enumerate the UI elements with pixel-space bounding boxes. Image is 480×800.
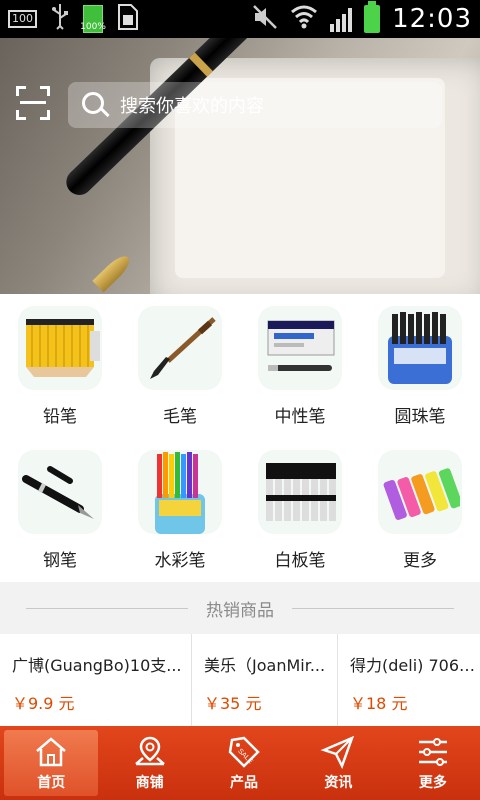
product-price: ￥18 元 <box>350 694 408 713</box>
nav-products[interactable]: SALE 产品 <box>197 726 291 800</box>
highlighter-icon <box>378 450 462 534</box>
product-price: ￥9.9 元 <box>12 694 75 713</box>
nav-label: 更多 <box>418 775 447 791</box>
category-label: 水彩笔 <box>154 551 206 571</box>
nav-label: 首页 <box>37 775 66 791</box>
category-label: 中性笔 <box>274 407 326 427</box>
category-whiteboard-marker[interactable]: 白板笔 <box>240 438 360 582</box>
product-name: 广博(GuangBo)10支... <box>12 656 182 675</box>
search-input[interactable]: 搜索你喜欢的内容 <box>68 82 442 128</box>
nav-news[interactable]: 资讯 <box>291 726 385 800</box>
brush-icon <box>138 306 222 390</box>
pencil-icon <box>18 306 102 390</box>
watercolor-pen-icon <box>138 450 222 534</box>
category-more[interactable]: 更多 <box>360 438 480 582</box>
home-icon <box>36 737 67 767</box>
category-label: 白板笔 <box>274 551 326 571</box>
nav-label: 资讯 <box>324 775 353 791</box>
product-name: 得力(deli) 7068... <box>350 656 480 675</box>
wifi-icon <box>290 4 318 34</box>
category-grid: 铅笔 毛笔 中性笔 圆珠笔 钢笔 水彩笔 白板笔 更多 <box>0 294 480 582</box>
category-fountain-pen[interactable]: 钢笔 <box>0 438 120 582</box>
status-bar: 100 100% 12:03 <box>0 0 480 38</box>
signal-icon <box>330 6 353 32</box>
category-label: 毛笔 <box>163 407 197 427</box>
hot-products-list: 广博(GuangBo)10支... ￥9.9 元 美乐（JoanMir... ￥… <box>0 634 480 728</box>
clock: 12:03 <box>392 4 472 34</box>
paper-plane-icon <box>320 735 355 770</box>
search-placeholder: 搜索你喜欢的内容 <box>120 96 264 117</box>
svg-text:SALE: SALE <box>236 748 254 766</box>
product-card[interactable]: 得力(deli) 7068... ￥18 元 <box>338 634 480 728</box>
product-price: ￥35 元 <box>204 694 262 713</box>
nav-label: 商铺 <box>135 775 164 791</box>
nav-shop[interactable]: 商铺 <box>102 726 196 800</box>
category-gel-pen[interactable]: 中性笔 <box>240 294 360 438</box>
category-label: 圆珠笔 <box>394 407 446 427</box>
ballpoint-pen-icon <box>378 306 462 390</box>
category-watercolor-pen[interactable]: 水彩笔 <box>120 438 240 582</box>
divider <box>292 607 454 609</box>
category-label: 钢笔 <box>43 551 77 571</box>
pen-nib-image <box>92 251 134 293</box>
whiteboard-marker-icon <box>258 450 342 534</box>
sim-card-icon <box>117 3 139 35</box>
shop-map-icon <box>134 736 165 766</box>
scan-qr-button[interactable] <box>16 86 50 120</box>
product-card[interactable]: 美乐（JoanMir... ￥35 元 <box>192 634 338 728</box>
gel-pen-icon <box>258 306 342 390</box>
divider <box>26 607 188 609</box>
category-ballpoint-pen[interactable]: 圆珠笔 <box>360 294 480 438</box>
hot-products-header: 热销商品 <box>0 582 480 634</box>
category-label: 铅笔 <box>43 407 77 427</box>
battery-small-label: 100% <box>80 22 106 32</box>
bottom-nav: 首页 商铺 SALE 产品 资讯 更多 <box>0 726 480 800</box>
mute-icon <box>252 4 278 34</box>
storage-indicator: 100 <box>8 10 37 28</box>
nav-home[interactable]: 首页 <box>4 730 99 796</box>
product-name: 美乐（JoanMir... <box>204 656 326 675</box>
fountain-pen-icon <box>18 450 102 534</box>
product-card[interactable]: 广博(GuangBo)10支... ￥9.9 元 <box>0 634 192 728</box>
nav-label: 产品 <box>230 775 259 791</box>
hot-products-title: 热销商品 <box>206 600 274 621</box>
sale-tag-icon: SALE <box>228 736 260 768</box>
search-icon <box>82 92 110 118</box>
banner-carousel[interactable]: 搜索你喜欢的内容 <box>0 38 480 294</box>
battery-small-icon: 100% <box>80 5 106 33</box>
category-label: 更多 <box>403 551 437 571</box>
nav-more[interactable]: 更多 <box>386 726 480 800</box>
category-pencil[interactable]: 铅笔 <box>0 294 120 438</box>
category-brush[interactable]: 毛笔 <box>120 294 240 438</box>
settings-sliders-icon <box>418 738 447 766</box>
battery-icon <box>364 1 381 33</box>
usb-icon <box>51 3 69 35</box>
